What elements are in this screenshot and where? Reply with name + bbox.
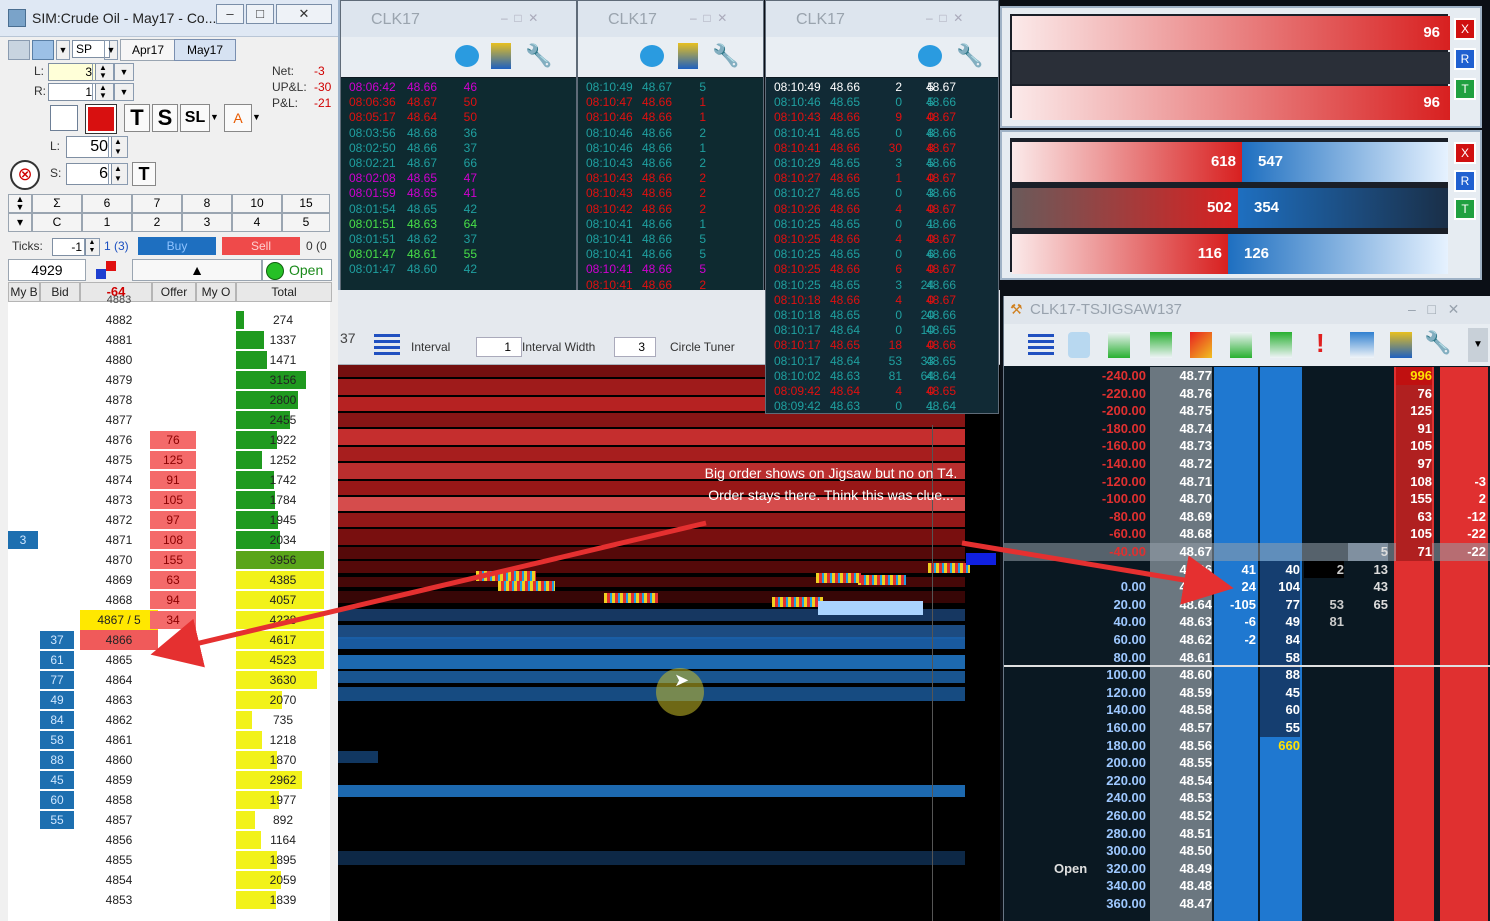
arrow-to-t4 <box>150 520 707 668</box>
annotation-arrows <box>150 520 1234 668</box>
arrow-to-jigsaw <box>961 540 1234 605</box>
